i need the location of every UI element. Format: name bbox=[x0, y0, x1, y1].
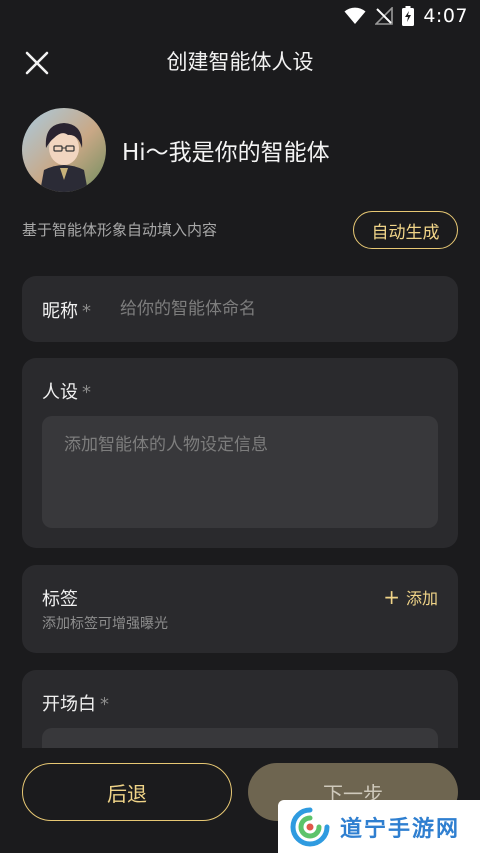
opening-label-text: 开场白 bbox=[42, 694, 96, 715]
wifi-icon bbox=[344, 7, 366, 24]
persona-label: 人设 * bbox=[42, 378, 91, 404]
watermark: 道宁手游网 bbox=[278, 800, 480, 853]
greeting-text: Hi～我是你的智能体 bbox=[122, 140, 330, 166]
watermark-text: 道宁手游网 bbox=[340, 816, 461, 842]
status-time: 4:07 bbox=[423, 5, 468, 27]
opening-label: 开场白 * bbox=[42, 690, 109, 716]
auto-generate-button[interactable]: 自动生成 bbox=[353, 211, 458, 249]
tags-label: 标签 bbox=[42, 589, 78, 610]
header: 创建智能体人设 bbox=[0, 38, 480, 84]
plus-icon: + bbox=[383, 585, 400, 609]
watermark-logo-icon bbox=[290, 807, 330, 846]
required-mark: * bbox=[82, 301, 91, 322]
add-tag-label: 添加 bbox=[405, 589, 438, 608]
required-mark: * bbox=[82, 382, 91, 403]
no-signal-icon bbox=[375, 7, 394, 25]
required-mark: * bbox=[100, 694, 109, 715]
avatar[interactable] bbox=[22, 108, 106, 192]
create-agent-persona-screen: 4:07 创建智能体人设 Hi～我是你的智能体 基于智能体形象自动填入内容 自动… bbox=[0, 0, 480, 853]
nickname-label-text: 昵称 bbox=[42, 301, 78, 322]
page-title: 创建智能体人设 bbox=[166, 50, 314, 74]
persona-label-text: 人设 bbox=[42, 382, 78, 403]
nickname-input[interactable] bbox=[120, 294, 430, 324]
add-tag-button[interactable]: + 添加 bbox=[383, 585, 438, 609]
autofill-hint: 基于智能体形象自动填入内容 bbox=[22, 221, 218, 239]
nickname-label: 昵称 * bbox=[42, 297, 91, 323]
back-button[interactable]: 后退 bbox=[22, 763, 232, 821]
battery-charging-icon bbox=[402, 6, 415, 26]
tags-hint: 添加标签可增强曝光 bbox=[42, 616, 168, 632]
status-icons: 4:07 bbox=[344, 5, 468, 27]
status-bar: 4:07 bbox=[0, 0, 480, 34]
nickname-card: 昵称 * bbox=[22, 276, 458, 342]
persona-card: 人设 * bbox=[22, 358, 458, 548]
persona-textarea[interactable] bbox=[42, 416, 438, 528]
tags-card: 标签 添加标签可增强曝光 + 添加 bbox=[22, 565, 458, 653]
avatar-image bbox=[22, 108, 106, 192]
